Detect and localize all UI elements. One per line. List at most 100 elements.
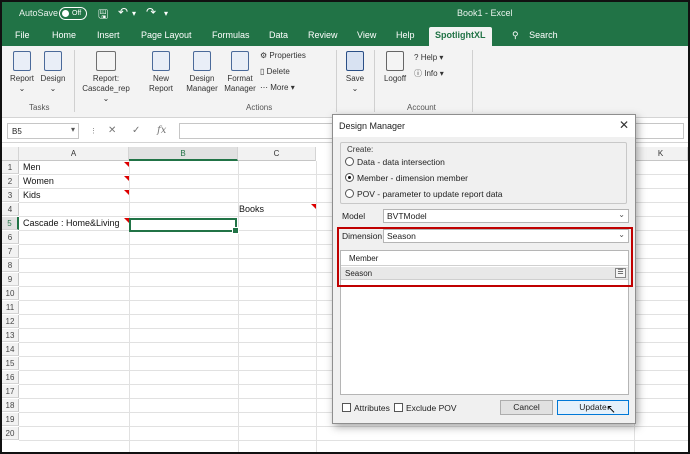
info-label: Info [424, 69, 438, 78]
chevron-down-icon: ⌄ [49, 84, 57, 93]
row-header[interactable]: 3 [2, 189, 19, 202]
column-header-k[interactable]: K [634, 147, 688, 161]
report-cascade-button[interactable]: Report: Cascade_rep ⌄ [80, 51, 132, 104]
more-options-icon[interactable]: ⋮ [90, 127, 97, 135]
row-header[interactable]: 5 [2, 217, 19, 230]
cell-c4[interactable]: Books [239, 203, 264, 216]
tab-file[interactable]: File [15, 30, 30, 40]
exclude-pov-checkbox[interactable]: Exclude POV [394, 403, 457, 413]
tab-insert[interactable]: Insert [97, 30, 120, 40]
radio-data[interactable]: Data - data intersection [345, 157, 445, 167]
row-header[interactable]: 1 [2, 161, 19, 174]
more-button[interactable]: ⋯ More ▾ [260, 83, 295, 92]
close-icon[interactable]: ✕ [619, 118, 629, 132]
info-button[interactable]: ⓘ Info ▾ [414, 68, 444, 79]
tab-formulas[interactable]: Formulas [212, 30, 250, 40]
select-all-corner[interactable] [2, 147, 19, 161]
tab-page-layout[interactable]: Page Layout [141, 30, 192, 40]
attributes-checkbox[interactable]: Attributes [342, 403, 390, 413]
search-box[interactable]: ⚲ Search [512, 30, 558, 41]
save-icon[interactable]: 🖫 [98, 5, 108, 26]
comment-indicator [124, 176, 129, 181]
help-button[interactable]: ? Help ▾ [414, 53, 443, 62]
new-report-button[interactable]: New Report [147, 51, 175, 94]
autosave-toggle[interactable]: Off [59, 7, 87, 20]
tasks-group-label: Tasks [29, 103, 50, 112]
autosave-label: AutoSave [19, 8, 59, 18]
document-title: Book1 - Excel [457, 8, 513, 18]
column-gridline [316, 161, 317, 452]
cell-a3[interactable]: Kids [23, 189, 41, 202]
save-button[interactable]: Save ⌄ [342, 51, 368, 94]
properties-button[interactable]: ⚙ Properties [260, 51, 306, 60]
undo-icon[interactable]: ↶ [118, 5, 128, 19]
row-header[interactable]: 17 [2, 385, 19, 398]
radio-pov[interactable]: POV - parameter to update report data [345, 189, 503, 199]
row-header[interactable]: 14 [2, 343, 19, 356]
confirm-entry-icon[interactable]: ✓ [132, 125, 140, 136]
row-header[interactable]: 10 [2, 287, 19, 300]
radio-indicator [345, 157, 354, 166]
row-header[interactable]: 6 [2, 231, 19, 244]
report-cascade-name: Cascade_rep [82, 84, 130, 93]
cell-a5[interactable]: Cascade : Home&Living [23, 217, 120, 230]
tab-view[interactable]: View [357, 30, 376, 40]
checkbox-indicator [342, 403, 351, 412]
cell-a2[interactable]: Women [23, 175, 54, 188]
delete-button[interactable]: ▯ Delete [260, 67, 290, 76]
row-header[interactable]: 13 [2, 329, 19, 342]
delete-label: Delete [266, 67, 290, 76]
row-header[interactable]: 12 [2, 315, 19, 328]
design-button[interactable]: Design ⌄ [38, 51, 68, 94]
row-header[interactable]: 8 [2, 259, 19, 272]
undo-dropdown-icon[interactable]: ▾ [132, 9, 136, 18]
row-header[interactable]: 11 [2, 301, 19, 314]
row-header[interactable]: 9 [2, 273, 19, 286]
row-header[interactable]: 7 [2, 245, 19, 258]
report-icon [13, 51, 31, 71]
tab-data[interactable]: Data [269, 30, 288, 40]
search-label: Search [529, 30, 558, 40]
cancel-button[interactable]: Cancel [500, 400, 553, 415]
column-header-b[interactable]: B [129, 147, 238, 161]
chevron-down-icon[interactable]: ▾ [71, 125, 75, 134]
row-gridline [19, 440, 688, 441]
help-label: Help [420, 53, 438, 62]
group-separator [472, 50, 473, 112]
cell-a1[interactable]: Men [23, 161, 41, 174]
help-icon: ? [414, 53, 419, 62]
new-report-label: New [152, 74, 169, 83]
row-header[interactable]: 20 [2, 427, 19, 440]
search-icon: ⚲ [512, 30, 519, 40]
column-header-a[interactable]: A [19, 147, 129, 161]
tab-spotlightxl[interactable]: SpotlightXL [429, 27, 492, 46]
design-manager-label: Design [189, 74, 215, 83]
row-header[interactable]: 4 [2, 203, 19, 216]
redo-icon[interactable]: ↷ [146, 5, 156, 19]
row-header[interactable]: 16 [2, 371, 19, 384]
save-label: Save [345, 74, 365, 83]
row-header[interactable]: 18 [2, 399, 19, 412]
save-icon [346, 51, 364, 71]
row-header[interactable]: 15 [2, 357, 19, 370]
selected-cell-b5[interactable] [129, 218, 239, 234]
logoff-button[interactable]: Logoff [380, 51, 410, 84]
row-header[interactable]: 19 [2, 413, 19, 426]
tab-help[interactable]: Help [396, 30, 415, 40]
radio-member[interactable]: Member - dimension member [345, 173, 468, 183]
cancel-entry-icon[interactable]: ✕ [108, 125, 116, 136]
column-header-c[interactable]: C [238, 147, 316, 161]
model-select[interactable]: BVTModel ⌄ [383, 209, 629, 223]
design-manager-button[interactable]: Design Manager [184, 51, 220, 94]
dialog-title-bar: Design Manager ✕ [333, 115, 635, 137]
report-button[interactable]: Report ⌄ [8, 51, 36, 94]
update-button[interactable]: Update [557, 400, 629, 415]
row-header[interactable]: 2 [2, 175, 19, 188]
insert-function-icon[interactable]: fx [157, 125, 166, 136]
customize-qat-icon[interactable]: ▾ [164, 9, 168, 18]
tab-home[interactable]: Home [52, 30, 76, 40]
format-manager-button[interactable]: Format Manager [221, 51, 259, 94]
name-box[interactable]: B5 ▾ [7, 123, 79, 139]
logoff-icon [386, 51, 404, 71]
tab-review[interactable]: Review [308, 30, 338, 40]
